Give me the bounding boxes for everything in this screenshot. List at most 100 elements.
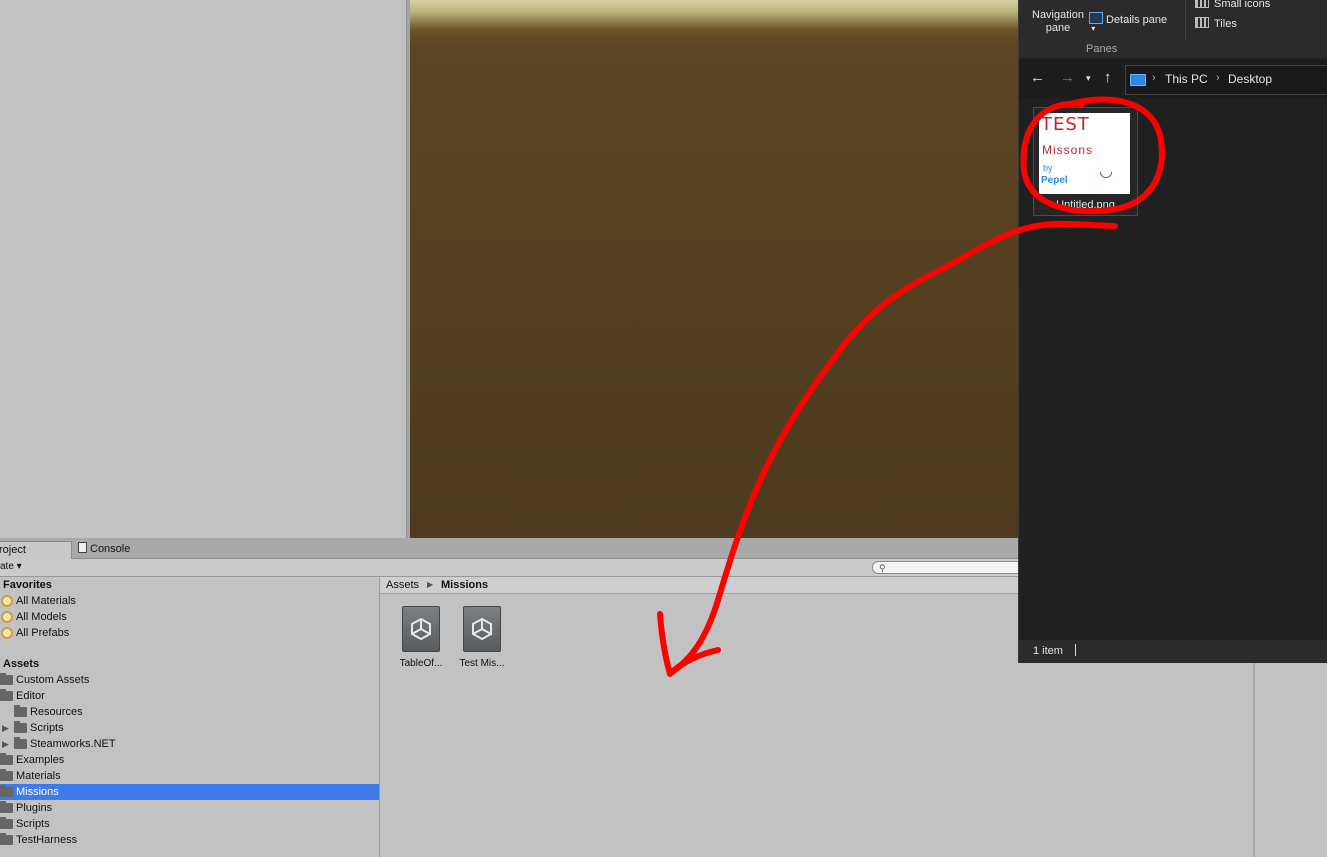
tree-folder-item[interactable]: ▶ Scripts: [0, 720, 379, 736]
folder-icon: [14, 737, 27, 749]
favorites-header[interactable]: Favorites: [0, 577, 379, 593]
folder-label: Resources: [30, 706, 83, 718]
tree-folder-item[interactable]: Resources: [0, 704, 379, 720]
breadcrumb: Assets ▶ Missions: [380, 577, 1018, 594]
search-filter-icon: [1, 627, 13, 639]
folder-icon: [0, 833, 13, 845]
thumbnail-text: Pepel: [1041, 175, 1068, 186]
tiles-label: Tiles: [1214, 18, 1237, 30]
folder-label: Custom Assets: [16, 674, 90, 686]
folder-icon: [0, 689, 13, 701]
expand-arrow-icon[interactable]: ▶: [2, 736, 9, 752]
folder-label: Steamworks.NET: [30, 738, 116, 750]
tree-folder-item[interactable]: TestHarness: [0, 832, 379, 848]
address-row: ← → ▾ ↑ › This PC › Desktop: [1019, 60, 1327, 98]
explorer-ribbon: Navigation pane ▾ Details pane Panes Sma…: [1019, 0, 1327, 58]
breadcrumb-this-pc[interactable]: This PC: [1165, 72, 1208, 86]
tree-folder-item-selected[interactable]: Missions: [0, 784, 379, 800]
folder-icon: [0, 817, 13, 829]
folder-icon: [14, 705, 27, 717]
tree-folder-item[interactable]: ▶ Steamworks.NET: [0, 736, 379, 752]
folder-label: Plugins: [16, 802, 53, 814]
expand-arrow-icon[interactable]: ▶: [2, 720, 9, 736]
this-pc-icon: [1130, 74, 1146, 86]
asset-item[interactable]: Test Mis...: [454, 606, 510, 669]
tab-console[interactable]: Console: [72, 541, 136, 558]
navigation-pane-button[interactable]: Navigation pane ▾: [1027, 9, 1095, 35]
up-arrow-icon[interactable]: ↑: [1104, 69, 1112, 86]
thumbnail-text: TEST: [1041, 114, 1090, 135]
console-icon: [78, 542, 87, 553]
folder-label: Materials: [16, 770, 61, 782]
tree-folder-item[interactable]: Plugins: [0, 800, 379, 816]
breadcrumb-assets[interactable]: Assets: [386, 577, 419, 593]
tree-folder-item[interactable]: Materials: [0, 768, 379, 784]
forward-arrow-icon[interactable]: →: [1060, 69, 1075, 86]
project-toolbar: ate ▾ ⚲: [0, 559, 1024, 577]
tree-folder-item[interactable]: Editor: [0, 688, 379, 704]
tiles-option[interactable]: Tiles: [1195, 17, 1237, 30]
create-dropdown-button[interactable]: ate ▾: [0, 559, 26, 575]
details-pane-label: Details pane: [1106, 14, 1168, 26]
tab-project-label: roject: [0, 544, 26, 556]
scene-view[interactable]: [410, 0, 1018, 538]
details-pane-button[interactable]: Details pane: [1089, 12, 1167, 26]
folder-label: Examples: [16, 754, 65, 766]
panes-group-label: Panes: [1086, 43, 1118, 55]
folder-icon: [14, 721, 27, 733]
favorite-item[interactable]: All Materials: [0, 593, 379, 609]
folder-label: TestHarness: [16, 834, 78, 846]
favorites-header-label: Favorites: [3, 579, 52, 591]
assets-header[interactable]: Assets: [0, 656, 379, 672]
back-arrow-icon[interactable]: ←: [1030, 69, 1045, 86]
drag-arrow-head: [657, 611, 721, 677]
favorite-item-label: All Materials: [16, 595, 76, 607]
favorite-item[interactable]: All Prefabs: [0, 625, 379, 641]
ribbon-divider: [1185, 0, 1186, 40]
folder-icon: [0, 785, 13, 797]
hierarchy-empty-panel: [0, 0, 406, 538]
project-search-input[interactable]: ⚲: [872, 561, 1024, 574]
recent-locations-chevron-icon[interactable]: ▾: [1086, 73, 1091, 84]
small-icons-icon: [1195, 0, 1209, 8]
file-name-label: Untitled.png: [1056, 199, 1115, 211]
details-pane-icon: [1089, 12, 1103, 24]
image-thumbnail: TEST Missons by Pepel ◡: [1039, 113, 1130, 194]
favorite-item[interactable]: All Models: [0, 609, 379, 625]
folder-icon: [0, 753, 13, 765]
small-icons-label: Small icons: [1214, 0, 1271, 10]
search-icon: ⚲: [879, 563, 886, 573]
tree-folder-item[interactable]: Custom Assets: [0, 672, 379, 688]
breadcrumb-separator-icon: ▶: [427, 580, 434, 589]
search-filter-icon: [1, 611, 13, 623]
tab-project[interactable]: roject: [0, 541, 72, 559]
tiles-icon: [1195, 17, 1209, 28]
unity-scene-icon: [463, 606, 501, 652]
favorite-item-label: All Prefabs: [16, 627, 70, 639]
assets-header-label: Assets: [3, 658, 40, 670]
panel-divider: [1253, 663, 1255, 857]
thumbnail-text: by: [1043, 163, 1053, 173]
smiley-doodle-icon: ◡: [1099, 163, 1113, 180]
status-bar: 1 item: [1019, 640, 1327, 663]
breadcrumb-desktop[interactable]: Desktop: [1228, 72, 1272, 86]
folder-label: Scripts: [16, 818, 50, 830]
folder-label: Scripts: [30, 722, 64, 734]
small-icons-option[interactable]: Small icons: [1195, 0, 1270, 10]
project-folder-tree: Favorites All Materials All Models All P…: [0, 577, 380, 857]
tree-folder-item[interactable]: Examples: [0, 752, 379, 768]
address-bar[interactable]: › This PC › Desktop: [1125, 65, 1327, 95]
chevron-right-icon[interactable]: ›: [1216, 72, 1220, 84]
tab-console-label: Console: [90, 543, 131, 555]
search-filter-icon: [1, 595, 13, 607]
chevron-right-icon[interactable]: ›: [1152, 72, 1156, 84]
asset-item[interactable]: TableOf...: [393, 606, 449, 669]
tree-folder-item[interactable]: Scripts: [0, 816, 379, 832]
bottom-tab-bar: roject Console: [0, 538, 1018, 559]
breadcrumb-missions[interactable]: Missions: [441, 577, 488, 593]
file-list-area: TEST Missons by Pepel ◡ Untitled.png: [1019, 100, 1327, 640]
asset-label: Test Mis...: [459, 658, 505, 669]
file-item-untitled-png[interactable]: TEST Missons by Pepel ◡ Untitled.png: [1033, 107, 1138, 216]
item-count: 1 item: [1033, 645, 1063, 657]
folder-label: Missions: [16, 786, 59, 798]
